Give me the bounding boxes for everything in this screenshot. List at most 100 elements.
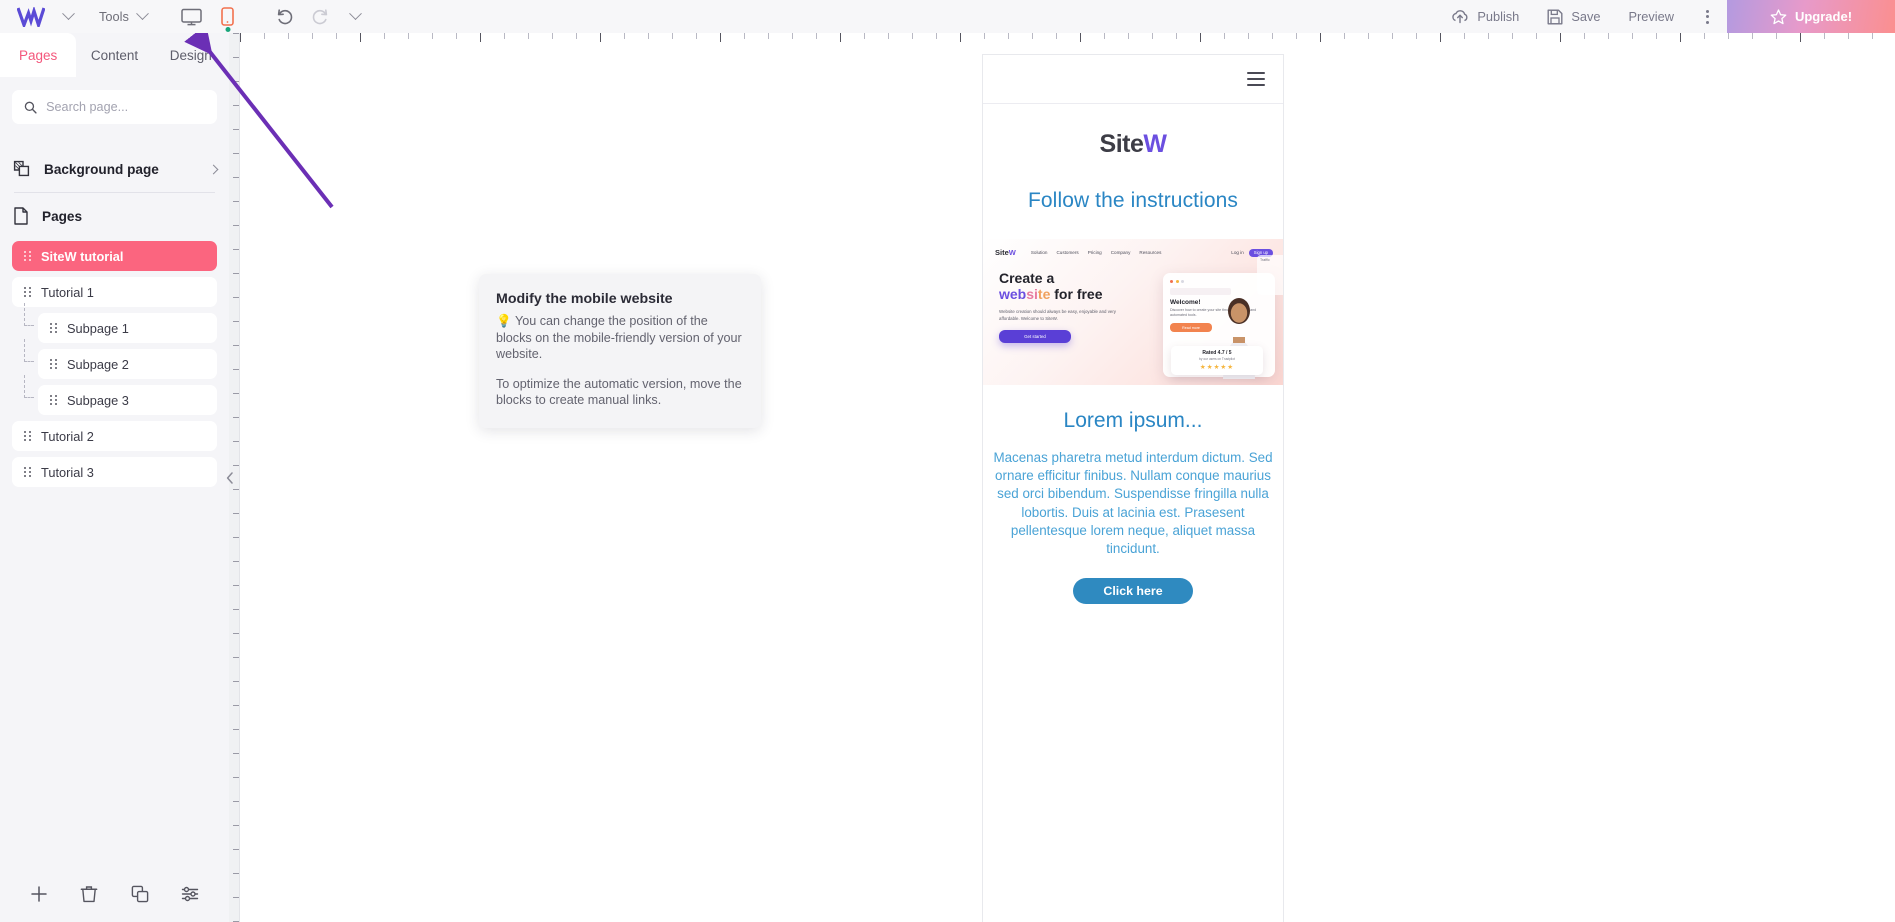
page-item-tutorial-2[interactable]: Tutorial 2: [12, 421, 217, 451]
mobile-preview-frame[interactable]: SiteW Follow the instructions SiteW Solu…: [983, 55, 1283, 922]
hero-nav-item: Pricing: [1087, 250, 1102, 255]
save-label: Save: [1571, 9, 1601, 24]
hero-side-label: Traffic: [1260, 258, 1270, 262]
sitew-w-logo-icon[interactable]: [8, 6, 54, 27]
hamburger-menu-icon[interactable]: [1247, 72, 1265, 86]
mobile-view-button[interactable]: [211, 0, 245, 33]
page-item-label: Subpage 2: [67, 356, 129, 372]
hero-login-link: Log in: [1231, 250, 1244, 255]
page-item-label: Tutorial 1: [41, 284, 94, 300]
logo-w-text: W: [1143, 130, 1167, 158]
chevron-down-icon: [62, 7, 75, 21]
hero-card-window-dots: [1170, 280, 1268, 283]
search-icon: [24, 101, 37, 114]
preview-hero-image-block[interactable]: SiteW Solution Customers Pricing Company…: [983, 239, 1283, 385]
drag-handle-icon[interactable]: [24, 431, 31, 441]
redo-button[interactable]: [305, 0, 337, 33]
page-item-label: Tutorial 2: [41, 428, 94, 444]
history-dropdown-button[interactable]: [341, 7, 370, 21]
tools-menu-button[interactable]: Tools: [83, 0, 157, 33]
save-button[interactable]: Save: [1533, 0, 1614, 33]
search-input[interactable]: [46, 100, 205, 114]
search-container: [0, 77, 229, 124]
history-controls: [245, 0, 370, 33]
page-item-tutorial-1[interactable]: Tutorial 1: [12, 277, 217, 307]
add-page-button[interactable]: [26, 881, 52, 907]
page-list: SiteW tutorial Tutorial 1 Subpage 1 Subp…: [0, 239, 229, 487]
tab-design[interactable]: Design: [153, 33, 229, 77]
hero-subtitle: Website creation should always be easy, …: [999, 309, 1116, 321]
hero-logo: SiteW: [995, 248, 1016, 257]
sidebar-collapse-handle[interactable]: [223, 460, 237, 496]
page-item-label: Subpage 3: [67, 392, 129, 408]
hero-rating-card: Rated 4.7 / 5 by our users on Trustpilot…: [1171, 346, 1263, 375]
page-item-label: Tutorial 3: [41, 464, 94, 480]
sidebar-sections: Background page Pages: [0, 124, 229, 239]
search-page-box[interactable]: [12, 90, 217, 124]
trash-delete-icon: [81, 886, 98, 903]
save-floppy-disk-icon: [1547, 9, 1563, 24]
tools-label: Tools: [99, 9, 129, 24]
upgrade-label: Upgrade!: [1794, 9, 1853, 24]
page-item-subpage-1[interactable]: Subpage 1: [24, 303, 217, 343]
sidebar-bottom-toolbar: [0, 866, 229, 922]
hero-navbar: SiteW Solution Customers Pricing Company…: [983, 239, 1283, 257]
sidebar-pages-header: Pages: [12, 193, 217, 239]
preview-site-header: [983, 55, 1283, 104]
editor-canvas: Modify the mobile website 💡 You can chan…: [184, 24, 1895, 922]
preview-label: Preview: [1628, 9, 1674, 24]
drag-handle-icon[interactable]: [50, 323, 57, 333]
layers-pages-icon: [13, 160, 30, 177]
hero-nav-item: Company: [1110, 250, 1131, 255]
desktop-monitor-icon: [181, 8, 203, 25]
page-settings-button[interactable]: [177, 881, 203, 907]
preview-button[interactable]: Preview: [1614, 0, 1688, 33]
undo-button[interactable]: [269, 0, 301, 33]
hero-rating-stars: ★★★★★: [1199, 364, 1235, 371]
tip-paragraph-1: 💡 You can change the position of the blo…: [496, 313, 744, 363]
page-item-subpage-2[interactable]: Subpage 2: [24, 339, 217, 379]
preview-site-logo: SiteW: [983, 104, 1283, 159]
tip-paragraph-1-text: You can change the position of the block…: [496, 314, 742, 361]
publish-label: Publish: [1477, 9, 1520, 24]
delete-page-button[interactable]: [76, 881, 102, 907]
duplicate-page-button[interactable]: [127, 881, 153, 907]
desktop-view-button[interactable]: [175, 0, 209, 33]
top-toolbar: Tools Publish Save Preview Upgrade!: [0, 0, 1895, 33]
toolbar-left-group: Tools: [0, 0, 370, 33]
page-item-label: SiteW tutorial: [41, 248, 124, 264]
drag-handle-icon[interactable]: [24, 467, 31, 477]
drag-handle-icon[interactable]: [50, 395, 57, 405]
page-item-tutorial-3[interactable]: Tutorial 3: [12, 457, 217, 487]
drag-handle-icon[interactable]: [24, 251, 31, 261]
document-page-icon: [14, 207, 28, 225]
drag-handle-icon[interactable]: [24, 287, 31, 297]
publish-button[interactable]: Publish: [1437, 0, 1533, 33]
hero-card-button: Read more: [1170, 323, 1212, 332]
hero-nav-item: Resources: [1139, 250, 1162, 255]
preview-cta-button[interactable]: Click here: [1073, 578, 1193, 605]
tip-paragraph-2: To optimize the automatic version, move …: [496, 376, 742, 408]
lightbulb-emoji: 💡: [496, 314, 512, 328]
hero-nav-item: Solution: [1030, 250, 1048, 255]
chevron-down-icon: [136, 7, 149, 21]
sidebar-tabs: Pages Content Design: [0, 33, 229, 77]
device-switcher: [157, 0, 245, 33]
upgrade-button[interactable]: Upgrade!: [1727, 0, 1895, 33]
tab-pages[interactable]: Pages: [0, 33, 77, 77]
hero-nav-item: Customers: [1056, 250, 1079, 255]
drag-handle-icon[interactable]: [50, 359, 57, 369]
hero-rating-sub: by our users on Trustpilot: [1199, 357, 1235, 361]
mobile-phone-icon: [221, 7, 235, 26]
tab-design-label: Design: [169, 47, 212, 63]
tab-content[interactable]: Content: [76, 33, 152, 77]
page-item-subpage-3[interactable]: Subpage 3: [24, 375, 217, 415]
sidebar-item-background-page[interactable]: Background page: [12, 146, 219, 192]
tab-pages-label: Pages: [19, 47, 58, 63]
canvas-surface[interactable]: Modify the mobile website 💡 You can chan…: [184, 24, 1895, 922]
kebab-menu-icon[interactable]: [1688, 9, 1727, 24]
page-item-sitew-tutorial[interactable]: SiteW tutorial: [12, 241, 217, 271]
pages-header-label: Pages: [42, 208, 83, 224]
brand-dropdown-button[interactable]: [54, 0, 83, 33]
horizontal-ruler[interactable]: [240, 33, 1895, 44]
